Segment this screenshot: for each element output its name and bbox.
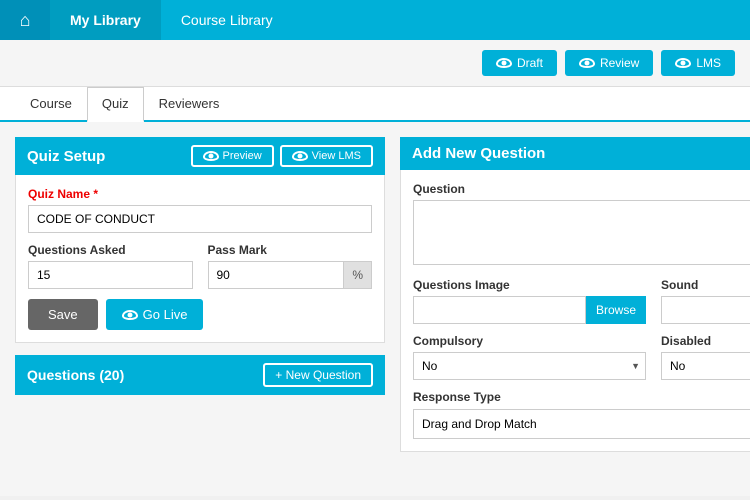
lms-button[interactable]: LMS [661, 50, 735, 76]
image-sound-row: Questions Image Browse Sound Browse [413, 278, 750, 324]
nav-tab-course-library[interactable]: Course Library [161, 0, 293, 40]
add-question-body: Question Questions Image Browse Sound Br… [400, 170, 750, 452]
questions-image-input-group: Browse [413, 296, 646, 324]
pass-mark-input[interactable] [208, 261, 345, 289]
go-live-button[interactable]: Go Live [106, 299, 204, 330]
sound-label: Sound [661, 278, 750, 292]
response-type-select-wrapper: Drag and Drop Match Multiple Choice True… [413, 409, 750, 439]
sound-input-group: Browse [661, 296, 750, 324]
response-type-section: Response Type Drag and Drop Match Multip… [413, 390, 750, 439]
image-browse-button[interactable]: Browse [586, 296, 646, 324]
question-textarea[interactable] [413, 200, 750, 265]
home-icon: ⌂ [20, 10, 31, 31]
pass-mark-col: Pass Mark % [208, 243, 373, 289]
questions-section: Questions (20) + New Question [15, 355, 385, 395]
question-label: Question [413, 182, 750, 196]
view-lms-button[interactable]: View LMS [280, 145, 373, 167]
preview-button[interactable]: Preview [191, 145, 274, 167]
save-button[interactable]: Save [28, 299, 98, 330]
toolbar: Draft Review LMS [0, 40, 750, 87]
compulsory-label: Compulsory [413, 334, 646, 348]
sub-tabs: Course Quiz Reviewers [0, 87, 750, 122]
questions-title: Questions (20) [27, 367, 124, 383]
questions-image-label: Questions Image [413, 278, 646, 292]
eye-icon [675, 58, 691, 68]
eye-icon [496, 58, 512, 68]
compulsory-select-wrapper: No Yes [413, 352, 646, 380]
compulsory-col: Compulsory No Yes [413, 334, 646, 380]
disabled-label: Disabled [661, 334, 750, 348]
disabled-select[interactable]: No Yes [661, 352, 750, 380]
quiz-setup-title: Quiz Setup [27, 148, 105, 165]
add-question-header: Add New Question [400, 137, 750, 170]
eye-icon [292, 151, 308, 161]
required-marker: * [93, 187, 98, 201]
pass-mark-suffix: % [344, 261, 372, 289]
quiz-setup-header-btns: Preview View LMS [191, 145, 373, 167]
review-button[interactable]: Review [565, 50, 653, 76]
quiz-setup-header: Quiz Setup Preview View LMS [15, 137, 385, 175]
tab-reviewers[interactable]: Reviewers [144, 87, 235, 120]
pass-mark-label: Pass Mark [208, 243, 373, 257]
disabled-select-wrapper: No Yes [661, 352, 750, 380]
eye-icon [203, 151, 219, 161]
quiz-setup-body: Quiz Name * Questions Asked Pass Mark % [15, 175, 385, 343]
questions-asked-input[interactable] [28, 261, 193, 289]
response-type-select[interactable]: Drag and Drop Match Multiple Choice True… [413, 409, 750, 439]
response-type-label: Response Type [413, 390, 750, 404]
pass-mark-input-group: % [208, 261, 373, 289]
quiz-metrics-row: Questions Asked Pass Mark % [28, 243, 372, 289]
questions-asked-col: Questions Asked [28, 243, 193, 289]
sound-col: Sound Browse [661, 278, 750, 324]
right-panel: Add New Question Question Questions Imag… [400, 137, 750, 481]
home-button[interactable]: ⌂ [0, 0, 50, 40]
questions-asked-label: Questions Asked [28, 243, 193, 257]
tab-course[interactable]: Course [15, 87, 87, 120]
nav-tab-my-library[interactable]: My Library [50, 0, 161, 40]
quiz-name-input[interactable] [28, 205, 372, 233]
new-question-button[interactable]: + New Question [263, 363, 373, 387]
quiz-name-label: Quiz Name * [28, 187, 372, 201]
questions-header: Questions (20) + New Question [15, 355, 385, 395]
left-panel: Quiz Setup Preview View LMS Quiz Name * [15, 137, 385, 481]
add-question-title: Add New Question [412, 145, 545, 162]
draft-button[interactable]: Draft [482, 50, 557, 76]
eye-icon [579, 58, 595, 68]
disabled-col: Disabled No Yes [661, 334, 750, 380]
compulsory-disabled-row: Compulsory No Yes Disabled No Yes [413, 334, 750, 380]
tab-quiz[interactable]: Quiz [87, 87, 144, 122]
questions-image-input[interactable] [413, 296, 586, 324]
sound-input[interactable] [661, 296, 750, 324]
top-nav: ⌂ My Library Course Library [0, 0, 750, 40]
questions-image-col: Questions Image Browse [413, 278, 646, 324]
eye-icon [122, 310, 138, 320]
compulsory-select[interactable]: No Yes [413, 352, 646, 380]
action-buttons: Save Go Live [28, 299, 372, 330]
main-content: Quiz Setup Preview View LMS Quiz Name * [0, 122, 750, 496]
